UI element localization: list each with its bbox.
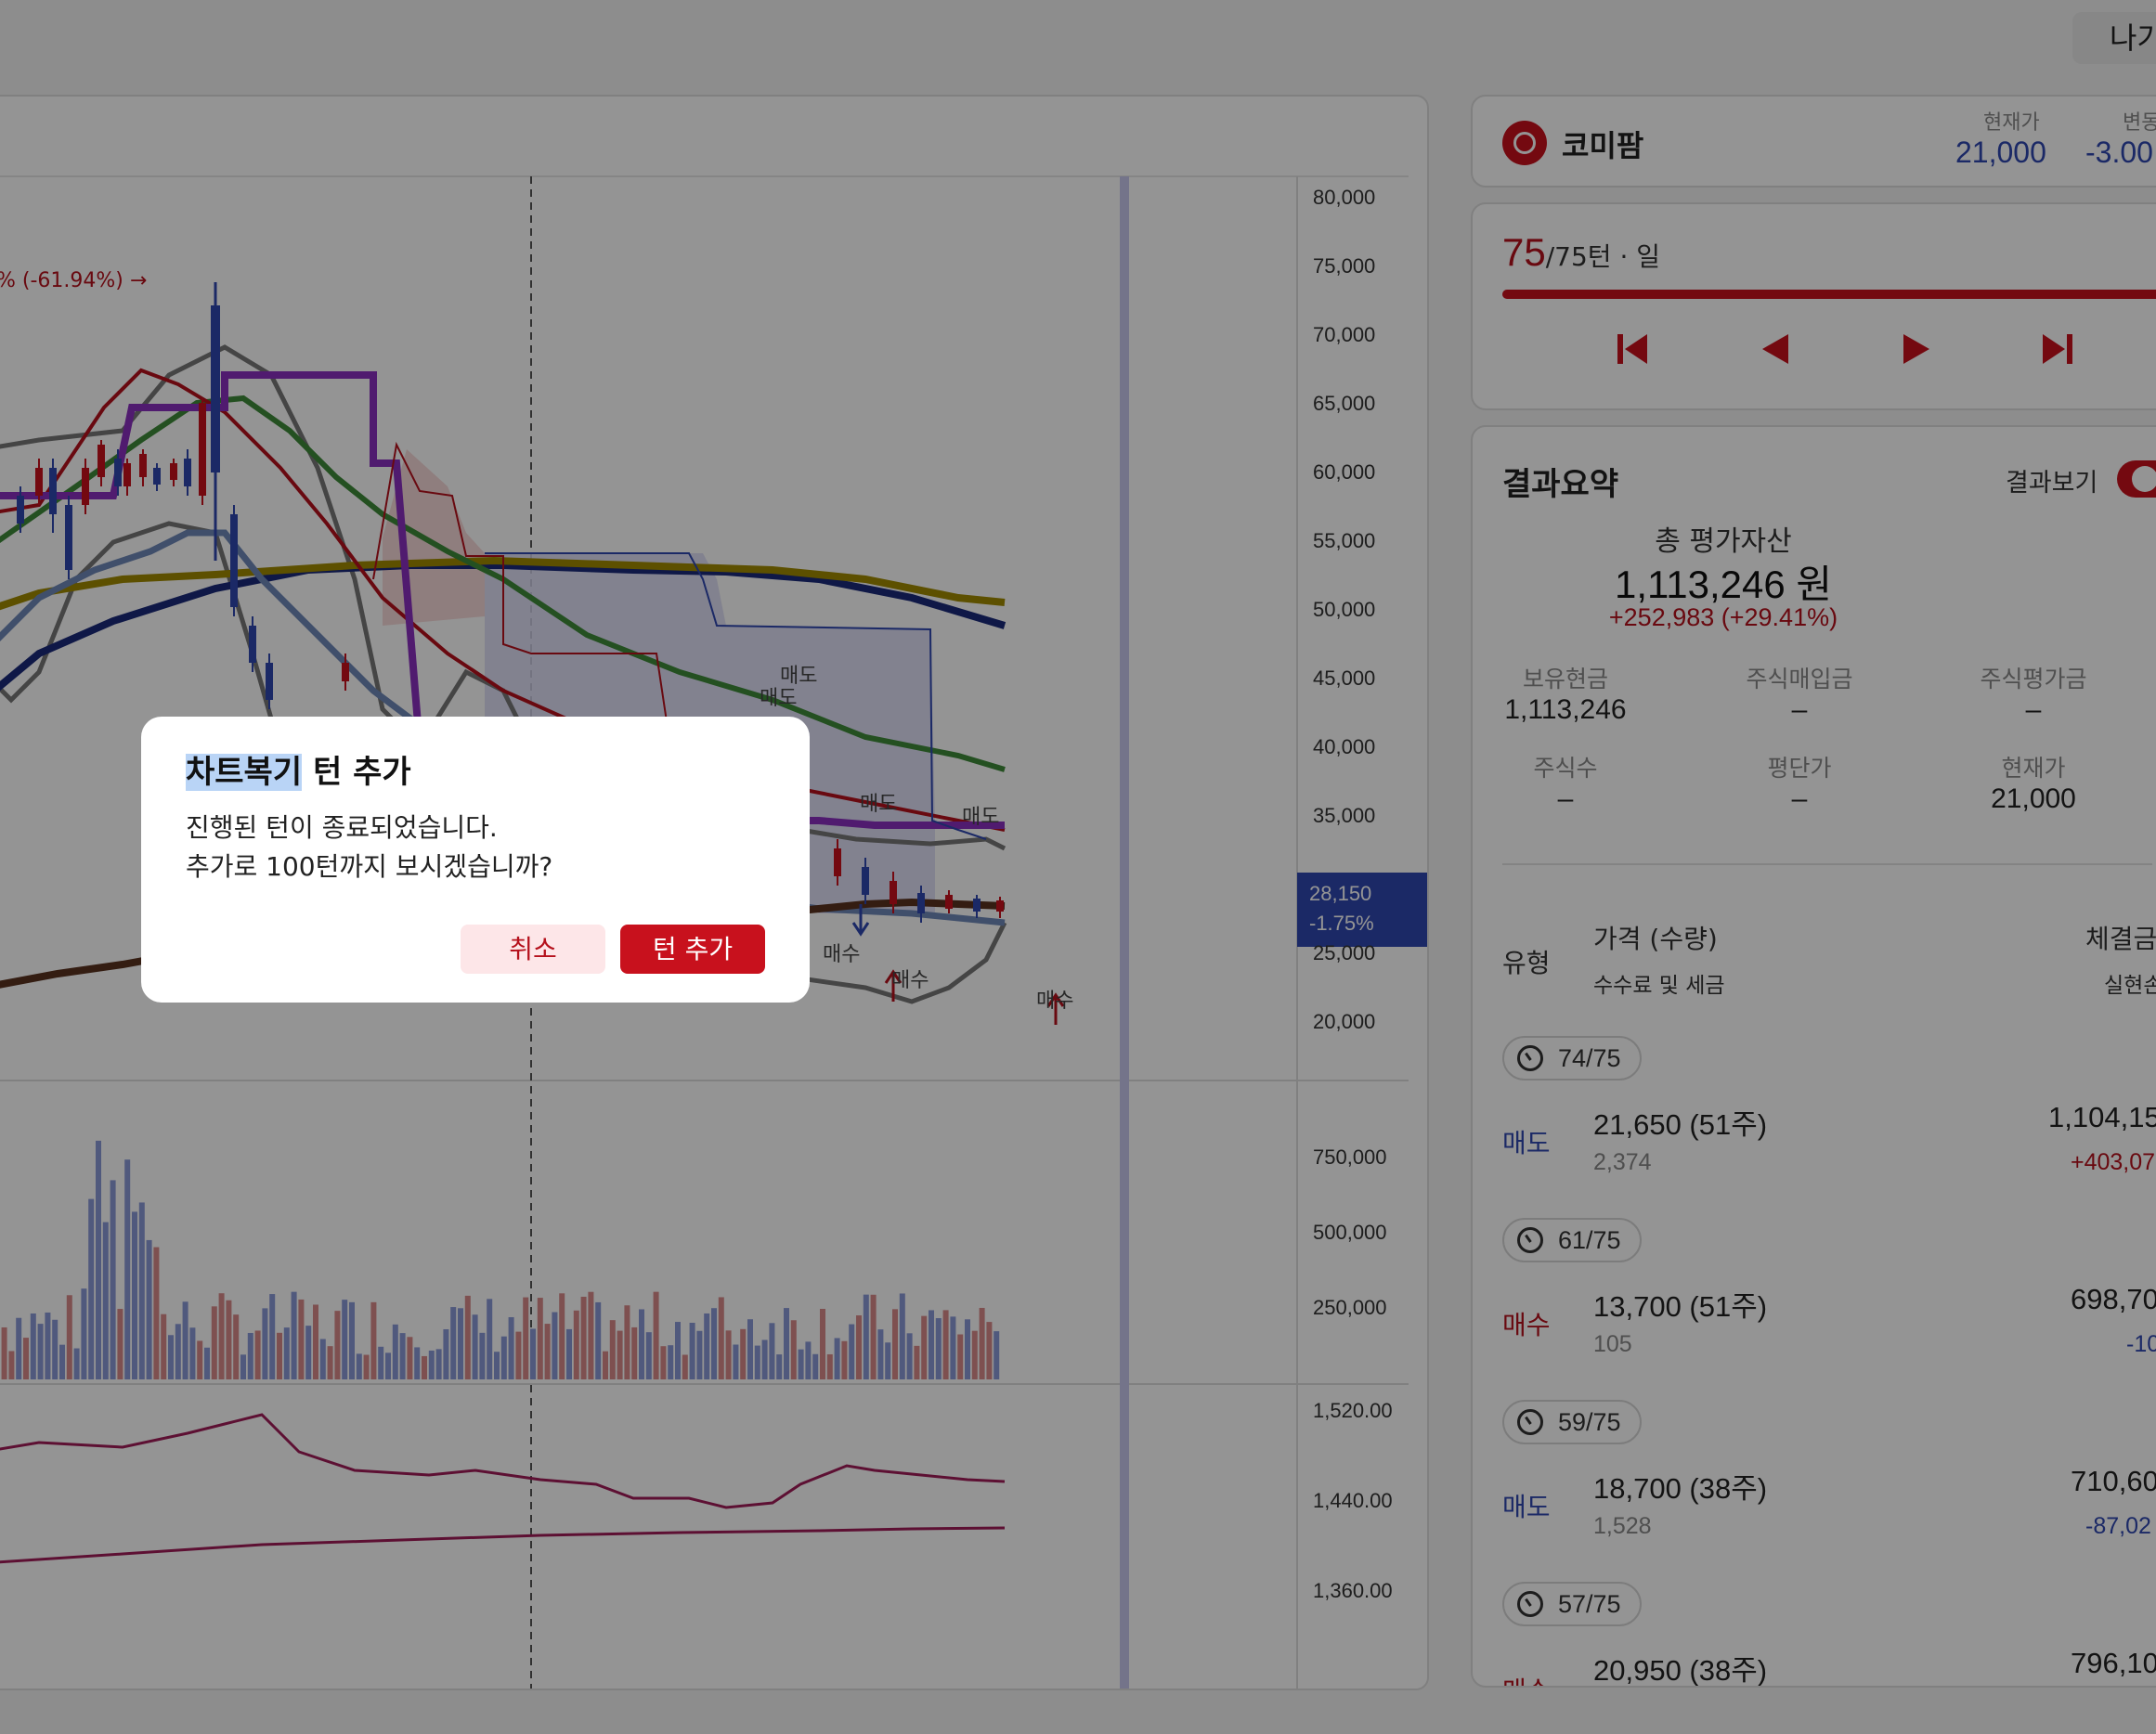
cancel-button[interactable]: 취소 xyxy=(461,925,605,974)
dialog-message-line-2: 추가로 100턴까지 보시겠습니까? xyxy=(186,851,553,882)
add-turn-dialog: 차트복기 턴 추가 진행된 턴이 종료되었습니다. 추가로 100턴까지 보시겠… xyxy=(141,717,810,1003)
add-turn-button[interactable]: 턴 추가 xyxy=(620,925,765,974)
dialog-message-line-1: 진행된 턴이 종료되었습니다. xyxy=(186,812,498,843)
dialog-title-highlight: 차트복기 xyxy=(186,754,303,791)
dialog-title: 차트복기 턴 추가 xyxy=(186,746,411,792)
dialog-title-rest: 턴 추가 xyxy=(302,754,411,791)
